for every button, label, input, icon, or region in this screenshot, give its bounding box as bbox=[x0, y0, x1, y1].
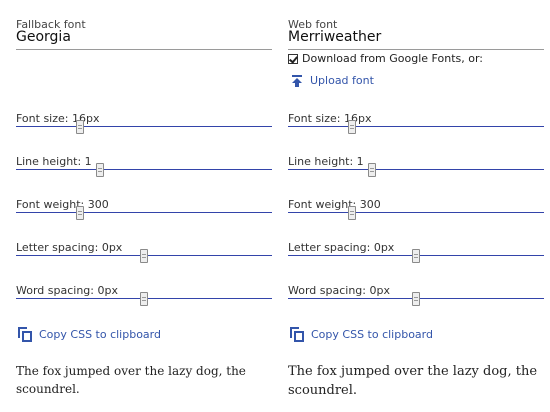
download-google-fonts-option[interactable]: Download from Google Fonts, or: bbox=[288, 52, 483, 65]
copy-css-label: Copy CSS to clipboard bbox=[39, 328, 161, 341]
font-size-thumb[interactable] bbox=[76, 120, 84, 134]
word-spacing-thumb[interactable] bbox=[412, 292, 420, 306]
font-size-label: Font size: 16px bbox=[16, 112, 100, 125]
font-weight-track[interactable] bbox=[288, 212, 544, 213]
font-weight-thumb[interactable] bbox=[348, 206, 356, 220]
download-label: Download from Google Fonts, or: bbox=[302, 52, 483, 65]
line-height-slider-row: Line height: 1 bbox=[16, 155, 274, 177]
upload-font-button[interactable]: Upload font bbox=[292, 74, 374, 87]
copy-css-button[interactable]: Copy CSS to clipboard bbox=[290, 327, 433, 342]
letter-spacing-label: Letter spacing: 0px bbox=[288, 241, 395, 254]
copy-css-label: Copy CSS to clipboard bbox=[311, 328, 433, 341]
font-weight-track[interactable] bbox=[16, 212, 272, 213]
word-spacing-label: Word spacing: 0px bbox=[16, 284, 118, 297]
upload-icon bbox=[292, 74, 302, 87]
fallback-font-input[interactable]: Georgia bbox=[16, 29, 272, 50]
font-weight-slider-row: Font weight: 300 bbox=[288, 198, 546, 220]
font-size-track[interactable] bbox=[288, 126, 544, 127]
copy-css-button[interactable]: Copy CSS to clipboard bbox=[18, 327, 161, 342]
line-height-thumb[interactable] bbox=[96, 163, 104, 177]
letter-spacing-thumb[interactable] bbox=[412, 249, 420, 263]
font-weight-thumb[interactable] bbox=[76, 206, 84, 220]
letter-spacing-slider-row: Letter spacing: 0px bbox=[288, 241, 546, 263]
font-weight-label: Font weight: 300 bbox=[16, 198, 109, 211]
word-spacing-slider-row: Word spacing: 0px bbox=[288, 284, 546, 306]
upload-font-label: Upload font bbox=[310, 74, 374, 87]
line-height-thumb[interactable] bbox=[368, 163, 376, 177]
download-checkbox[interactable] bbox=[288, 53, 298, 64]
font-weight-slider-row: Font weight: 300 bbox=[16, 198, 274, 220]
line-height-label: Line height: 1 bbox=[16, 155, 92, 168]
letter-spacing-thumb[interactable] bbox=[140, 249, 148, 263]
font-size-label: Font size: 16px bbox=[288, 112, 372, 125]
word-spacing-thumb[interactable] bbox=[140, 292, 148, 306]
font-size-track[interactable] bbox=[16, 126, 272, 127]
copy-icon bbox=[18, 327, 32, 342]
letter-spacing-label: Letter spacing: 0px bbox=[16, 241, 123, 254]
letter-spacing-slider-row: Letter spacing: 0px bbox=[16, 241, 274, 263]
line-height-slider-row: Line height: 1 bbox=[288, 155, 546, 177]
font-size-thumb[interactable] bbox=[348, 120, 356, 134]
fallback-sample-text: The fox jumped over the lazy dog, the sc… bbox=[16, 364, 246, 396]
copy-icon bbox=[290, 327, 304, 342]
line-height-track[interactable] bbox=[288, 169, 544, 170]
line-height-label: Line height: 1 bbox=[288, 155, 364, 168]
web-font-sample-text: The fox jumped over the lazy dog, the sc… bbox=[288, 364, 538, 398]
line-height-track[interactable] bbox=[16, 169, 272, 170]
word-spacing-label: Word spacing: 0px bbox=[288, 284, 390, 297]
web-font-input[interactable]: Merriweather bbox=[288, 29, 544, 50]
word-spacing-slider-row: Word spacing: 0px bbox=[16, 284, 274, 306]
font-size-slider-row: Font size: 16px bbox=[16, 112, 274, 134]
font-size-slider-row: Font size: 16px bbox=[288, 112, 546, 134]
font-weight-label: Font weight: 300 bbox=[288, 198, 381, 211]
